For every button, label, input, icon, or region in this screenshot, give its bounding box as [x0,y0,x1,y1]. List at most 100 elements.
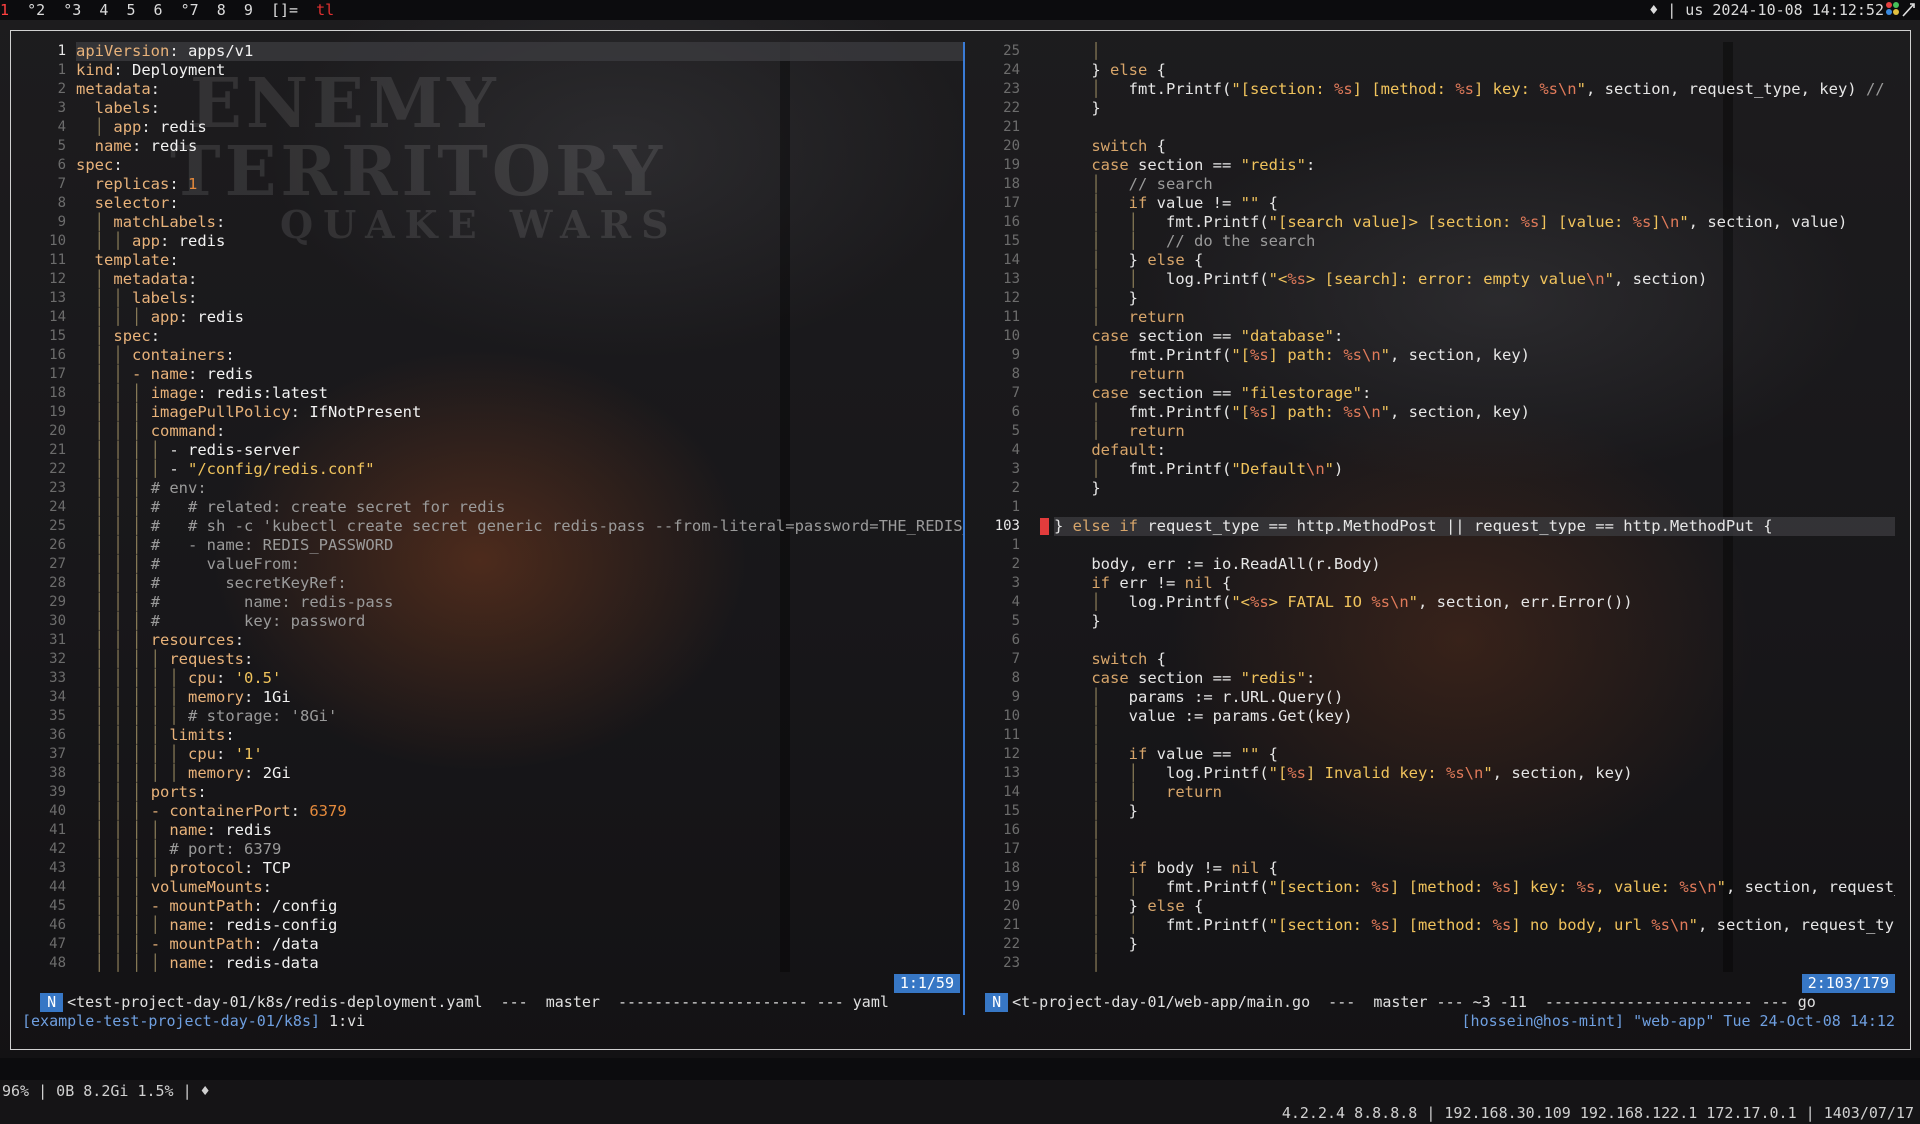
code-line[interactable]: 6 │ fmt.Printf("[%s] path: %s\n", sectio… [975,403,1895,422]
current-line[interactable]: 1 apiVersion: apps/v1 [14,42,964,61]
code-line[interactable]: 21 │ │ │ │ - redis-server [14,441,964,460]
code-line[interactable]: 9 │ matchLabels: [14,213,964,232]
code-line[interactable]: 17 │ if value != "" { [975,194,1895,213]
code-line[interactable]: 27 │ │ │ # valueFrom: [14,555,964,574]
code-line[interactable]: 38 │ │ │ │ │ memory: 2Gi [14,764,964,783]
code-line[interactable]: 1 kind: Deployment [14,61,964,80]
code-line[interactable]: 8 selector: [14,194,964,213]
code-line[interactable]: 42 │ │ │ │ # port: 6379 [14,840,964,859]
code-line[interactable]: 9 │ fmt.Printf("[%s] path: %s\n", sectio… [975,346,1895,365]
code-line[interactable]: 6 [975,631,1895,650]
code-line[interactable]: 8 case section == "redis": [975,669,1895,688]
code-line[interactable]: 45 │ │ │ - mountPath: /config [14,897,964,916]
code-line[interactable]: 14 │ } else { [975,251,1895,270]
workspace-tag[interactable]: 5 [126,1,153,19]
code-line[interactable]: 25 │ │ │ # # sh -c 'kubectl create secre… [14,517,964,536]
code-line[interactable]: 20 │ │ │ command: [14,422,964,441]
code-line[interactable]: 12 │ } [975,289,1895,308]
editor-pane-yaml[interactable]: 1 apiVersion: apps/v1 1 kind: Deployment 2 me… [14,42,964,972]
layout-indicator[interactable]: []= [271,1,316,19]
tmux-window[interactable]: 1:vi [329,1012,365,1030]
code-line[interactable]: 41 │ │ │ │ name: redis [14,821,964,840]
pane-divider[interactable] [963,42,965,1015]
code-line[interactable]: 17 │ │ - name: redis [14,365,964,384]
code-line[interactable]: 21 │ │ fmt.Printf("[section: %s] [method… [975,916,1895,935]
code-line[interactable]: 15 │ spec: [14,327,964,346]
code-line[interactable]: 15 │ } [975,802,1895,821]
code-line[interactable]: 18 │ │ │ image: redis:latest [14,384,964,403]
code-line[interactable]: 39 │ │ │ ports: [14,783,964,802]
workspace-tag[interactable]: 9 [244,1,271,19]
code-line[interactable]: 28 │ │ │ # secretKeyRef: [14,574,964,593]
code-line[interactable]: 4 │ app: redis [14,118,964,137]
code-line[interactable]: 25 │ [975,42,1895,61]
code-line[interactable]: 37 │ │ │ │ │ cpu: '1' [14,745,964,764]
code-line[interactable]: 7 case section == "filestorage": [975,384,1895,403]
code-line[interactable]: 32 │ │ │ │ requests: [14,650,964,669]
code-line[interactable]: 48 │ │ │ │ name: redis-data [14,954,964,972]
code-line[interactable]: 2 body, err := io.ReadAll(r.Body) [975,555,1895,574]
workspace-tag[interactable]: °7 [181,1,217,19]
code-line[interactable]: 2 } [975,479,1895,498]
code-line[interactable]: 44 │ │ │ volumeMounts: [14,878,964,897]
code-line[interactable]: 10 │ value := params.Get(key) [975,707,1895,726]
code-line[interactable]: 6 spec: [14,156,964,175]
code-line[interactable]: 36 │ │ │ │ limits: [14,726,964,745]
workspace-tag[interactable]: 4 [99,1,126,19]
code-line[interactable]: 33 │ │ │ │ │ cpu: '0.5' [14,669,964,688]
code-line[interactable]: 30 │ │ │ # key: password [14,612,964,631]
code-line[interactable]: 8 │ return [975,365,1895,384]
code-line[interactable]: 46 │ │ │ │ name: redis-config [14,916,964,935]
code-line[interactable]: 23 │ [975,954,1895,972]
code-line[interactable]: 12 │ metadata: [14,270,964,289]
code-line[interactable]: 12 │ if value == "" { [975,745,1895,764]
code-line[interactable]: 23 │ │ │ # env: [14,479,964,498]
code-line[interactable]: 5 │ return [975,422,1895,441]
workspace-tag[interactable]: 8 [217,1,244,19]
current-line[interactable]: 103} else if request_type == http.Method… [975,517,1895,536]
code-line[interactable]: 3 │ fmt.Printf("Default\n") [975,460,1895,479]
code-line[interactable]: 1 [975,498,1895,517]
code-line[interactable]: 18 │ // search [975,175,1895,194]
code-line[interactable]: 24 │ │ │ # # related: create secret for … [14,498,964,517]
code-line[interactable]: 13 │ │ labels: [14,289,964,308]
code-line[interactable]: 19 │ │ fmt.Printf("[section: %s] [method… [975,878,1895,897]
code-line[interactable]: 14 │ │ │ app: redis [14,308,964,327]
tray-icon[interactable] [1886,2,1916,18]
code-line[interactable]: 3 if err != nil { [975,574,1895,593]
code-line[interactable]: 1 [975,536,1895,555]
code-line[interactable]: 10 │ │ app: redis [14,232,964,251]
code-line[interactable]: 13 │ │ log.Printf("[%s] Invalid key: %s\… [975,764,1895,783]
code-line[interactable]: 13 │ │ log.Printf("<%s> [search]: error:… [975,270,1895,289]
code-line[interactable]: 9 │ params := r.URL.Query() [975,688,1895,707]
workspace-tag[interactable]: 1 [0,1,27,19]
code-line[interactable]: 5 } [975,612,1895,631]
code-line[interactable]: 4 default: [975,441,1895,460]
code-line[interactable]: 24 } else { [975,61,1895,80]
workspace-tag[interactable]: °2 [27,1,63,19]
code-line[interactable]: 2 metadata: [14,80,964,99]
code-line[interactable]: 7 switch { [975,650,1895,669]
code-line[interactable]: 22 │ │ │ │ - "/config/redis.conf" [14,460,964,479]
code-line[interactable]: 29 │ │ │ # name: redis-pass [14,593,964,612]
code-line[interactable]: 4 │ log.Printf("<%s> FATAL IO %s\n", sec… [975,593,1895,612]
code-line[interactable]: 7 replicas: 1 [14,175,964,194]
code-line[interactable]: 10 case section == "database": [975,327,1895,346]
code-line[interactable]: 47 │ │ │ - mountPath: /data [14,935,964,954]
code-line[interactable]: 19 │ │ │ imagePullPolicy: IfNotPresent [14,403,964,422]
code-line[interactable]: 16 │ │ fmt.Printf("[search value]> [sect… [975,213,1895,232]
code-line[interactable]: 20 │ } else { [975,897,1895,916]
editor-pane-go[interactable]: 25 │ 24 } else {23 │ fmt.Printf("[section… [975,42,1895,972]
code-line[interactable]: 11 template: [14,251,964,270]
code-line[interactable]: 16 │ [975,821,1895,840]
code-line[interactable]: 43 │ │ │ │ protocol: TCP [14,859,964,878]
code-line[interactable]: 3 labels: [14,99,964,118]
tmux-session[interactable]: [example-test-project-day-01/k8s] 1:vi [22,1011,365,1031]
code-line[interactable]: 26 │ │ │ # - name: REDIS_PASSWORD [14,536,964,555]
code-line[interactable]: 11 │ return [975,308,1895,327]
code-line[interactable]: 21 [975,118,1895,137]
code-line[interactable]: 11 │ [975,726,1895,745]
code-line[interactable]: 16 │ │ containers: [14,346,964,365]
code-line[interactable]: 34 │ │ │ │ │ memory: 1Gi [14,688,964,707]
code-line[interactable]: 14 │ │ return [975,783,1895,802]
